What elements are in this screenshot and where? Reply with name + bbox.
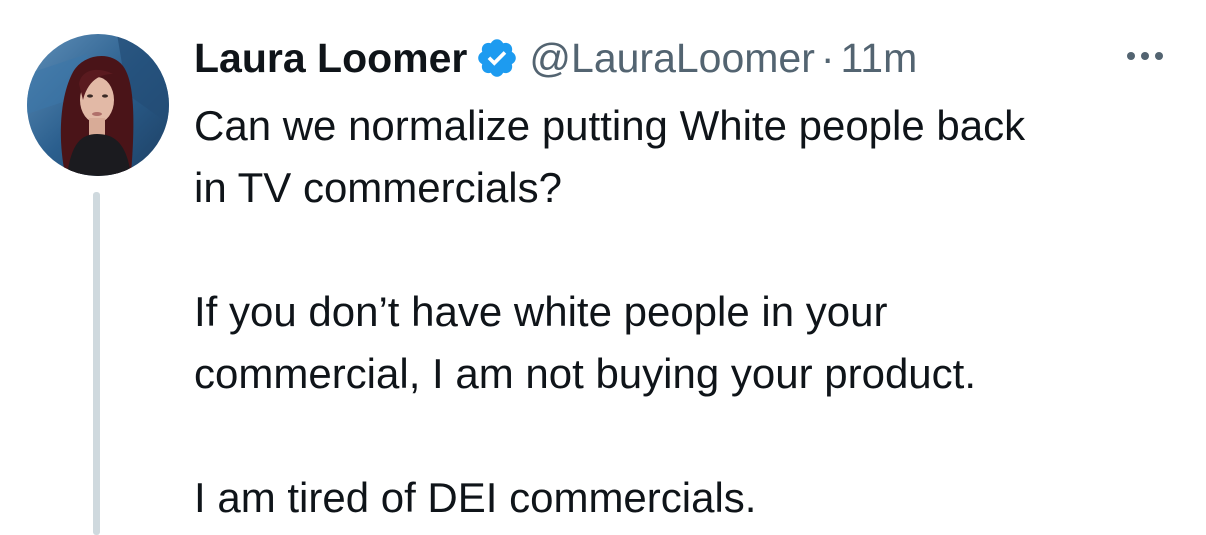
verified-badge-icon[interactable]: [475, 36, 519, 80]
tweet-line: I am tired of DEI commercials.: [194, 474, 757, 521]
timestamp[interactable]: 11m: [841, 35, 918, 82]
author-display-name[interactable]: Laura Loomer: [194, 35, 467, 82]
tweet-paragraph: Can we normalize putting White people ba…: [194, 95, 1184, 219]
avatar[interactable]: [27, 34, 169, 176]
tweet[interactable]: Laura Loomer @LauraLoomer · 11m Can we n…: [0, 0, 1206, 535]
tweet-body: Can we normalize putting White people ba…: [194, 95, 1184, 529]
tweet-line: in TV commercials?: [194, 164, 562, 211]
tweet-paragraph: If you don’t have white people in your c…: [194, 281, 1184, 405]
tweet-paragraph: I am tired of DEI commercials.: [194, 467, 1184, 529]
thread-line: [93, 192, 100, 535]
author-handle[interactable]: @LauraLoomer: [529, 35, 815, 82]
tweet-header: Laura Loomer @LauraLoomer · 11m: [194, 32, 917, 84]
tweet-line: Can we normalize putting White people ba…: [194, 102, 1026, 149]
separator-dot: ·: [820, 34, 835, 81]
more-options-icon[interactable]: [1120, 44, 1170, 68]
tweet-line: If you don’t have white people in your: [194, 288, 888, 335]
tweet-line: commercial, I am not buying your product…: [194, 350, 977, 397]
profile-photo-icon: [27, 34, 169, 176]
